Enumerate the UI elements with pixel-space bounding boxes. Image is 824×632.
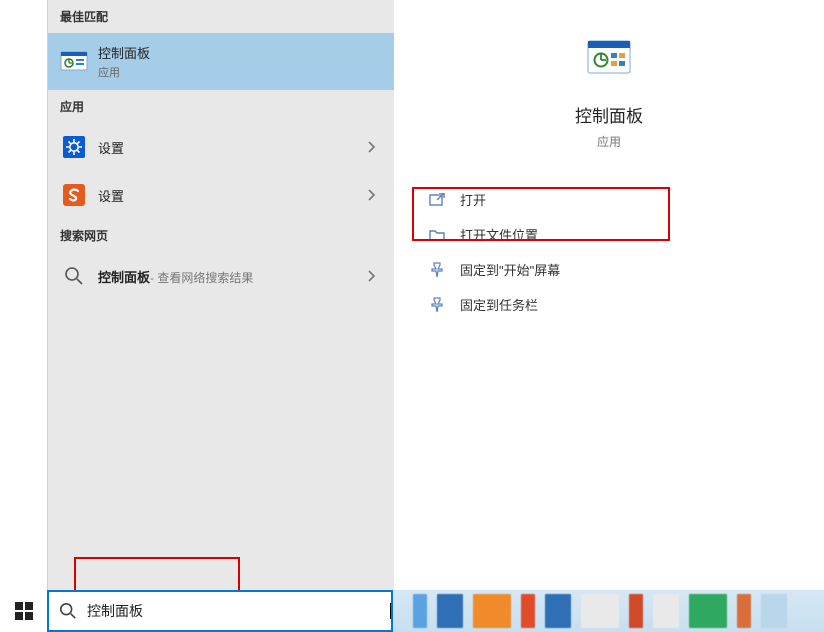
action-open[interactable]: 打开: [394, 182, 824, 217]
result-sub: 应用: [98, 64, 382, 80]
action-open-location[interactable]: 打开文件位置: [394, 217, 824, 252]
section-web: 搜索网页: [48, 219, 394, 252]
taskbar-item[interactable]: [521, 594, 535, 628]
action-label: 固定到任务栏: [460, 295, 538, 314]
search-icon: [49, 602, 87, 620]
action-pin-start[interactable]: 固定到"开始"屏幕: [394, 252, 824, 287]
result-settings-windows[interactable]: 设置: [48, 123, 394, 171]
action-pin-taskbar[interactable]: 固定到任务栏: [394, 287, 824, 322]
folder-icon: [428, 226, 446, 244]
chevron-right-icon: [368, 270, 376, 282]
control-panel-icon-large: [587, 40, 631, 84]
taskbar-item[interactable]: [653, 594, 679, 628]
pin-icon: [428, 296, 446, 314]
section-apps: 应用: [48, 90, 394, 123]
section-best-match: 最佳匹配: [48, 0, 394, 33]
pin-icon: [428, 261, 446, 279]
start-button[interactable]: [0, 590, 47, 632]
taskbar: 控制面板: [0, 590, 824, 632]
taskbar-item[interactable]: [737, 594, 751, 628]
result-title: 控制面板: [98, 43, 382, 62]
taskbar-item[interactable]: [473, 594, 511, 628]
result-title: 设置: [98, 186, 382, 205]
search-results-panel: 最佳匹配 控制面板 应用 应用: [47, 0, 394, 590]
chevron-right-icon: [368, 189, 376, 201]
result-title: 控制面板: [98, 267, 150, 286]
result-web-search[interactable]: 控制面板 - 查看网络搜索结果: [48, 252, 394, 300]
preview-sub: 应用: [394, 133, 824, 150]
action-label: 打开: [460, 190, 486, 209]
gear-icon: [60, 133, 88, 161]
open-icon: [428, 191, 446, 209]
taskbar-item[interactable]: [581, 594, 619, 628]
action-label: 打开文件位置: [460, 225, 538, 244]
preview-actions: 打开 打开文件位置 固定到"开始"屏幕 固定到任务栏: [394, 182, 824, 322]
preview-title: 控制面板: [394, 102, 824, 127]
result-settings-sogou[interactable]: 设置: [48, 171, 394, 219]
taskbar-item[interactable]: [437, 594, 463, 628]
text-cursor: [390, 603, 391, 619]
sogou-icon: [60, 181, 88, 209]
chevron-right-icon: [368, 141, 376, 153]
result-suffix: - 查看网络搜索结果: [150, 269, 253, 286]
control-panel-icon: [60, 48, 88, 76]
result-control-panel[interactable]: 控制面板 应用: [48, 33, 394, 90]
windows-icon: [15, 602, 33, 620]
search-box[interactable]: 控制面板: [47, 590, 393, 632]
result-title: 设置: [98, 138, 382, 157]
action-label: 固定到"开始"屏幕: [460, 260, 560, 279]
search-icon: [60, 262, 88, 290]
taskbar-item[interactable]: [761, 594, 787, 628]
taskbar-item[interactable]: [629, 594, 643, 628]
taskbar-running-apps: [393, 590, 824, 632]
search-input[interactable]: 控制面板: [87, 601, 389, 621]
taskbar-item[interactable]: [413, 594, 427, 628]
taskbar-item[interactable]: [545, 594, 571, 628]
taskbar-item[interactable]: [689, 594, 727, 628]
preview-panel: 控制面板 应用 打开 打开文件位置 固定到"开始"屏幕 固定到任务栏: [394, 0, 824, 590]
